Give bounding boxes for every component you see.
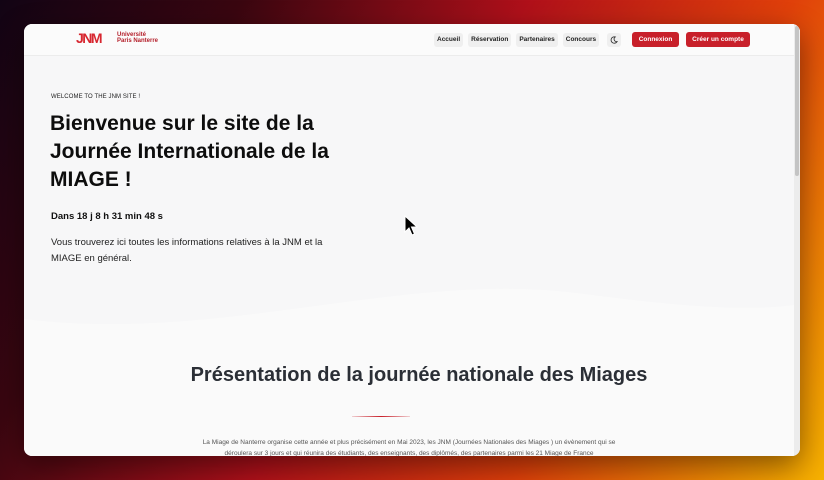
logo-mark-text: JNM xyxy=(76,31,102,45)
countdown: Dans 18 j 8 h 31 min 48 s xyxy=(51,211,163,222)
jnm-logo-icon: JNM xyxy=(76,31,103,45)
scrollbar-thumb[interactable] xyxy=(795,26,799,176)
hero-kicker: WELCOME TO THE JNM SITE ! xyxy=(51,94,141,100)
navbar: JNM Université Paris Nanterre Accueil Ré… xyxy=(24,24,800,56)
theme-toggle-button[interactable] xyxy=(607,33,621,47)
browser-window: JNM Université Paris Nanterre Accueil Ré… xyxy=(24,24,800,456)
nav-link-accueil[interactable]: Accueil xyxy=(434,33,464,47)
logo-text: Université Paris Nanterre xyxy=(117,32,158,44)
logo[interactable]: JNM Université Paris Nanterre xyxy=(76,31,158,45)
hero-intro: Vous trouverez ici toutes les informatio… xyxy=(51,237,323,264)
scrollbar[interactable] xyxy=(794,24,800,456)
mouse-cursor-icon xyxy=(404,215,418,236)
login-button[interactable]: Connexion xyxy=(632,32,679,47)
signup-button[interactable]: Créer un compte xyxy=(686,32,750,47)
nav-link-reservation[interactable]: Réservation xyxy=(468,33,512,47)
moon-icon xyxy=(610,36,618,44)
presentation-text: La Miage de Nanterre organise cette anné… xyxy=(202,439,616,456)
nav-link-concours[interactable]: Concours xyxy=(562,33,600,47)
logo-campus: Paris Nanterre xyxy=(117,38,159,44)
presentation-title: Présentation de la journée nationale des… xyxy=(190,364,648,386)
title-underline xyxy=(352,416,410,417)
nav-link-partenaires[interactable]: Partenaires xyxy=(516,33,558,47)
hero-title: Bienvenue sur le site de la Journée Inte… xyxy=(50,112,329,191)
nav-links: Accueil Réservation Partenaires Concours xyxy=(434,33,600,47)
